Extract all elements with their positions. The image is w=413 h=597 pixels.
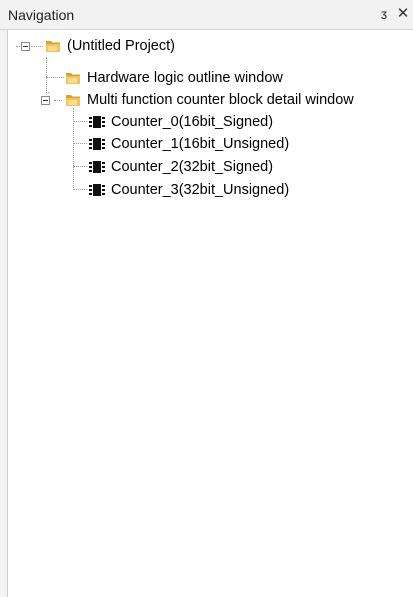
folder-icon	[66, 95, 80, 106]
tree-connector	[31, 46, 43, 47]
tree-item-hardware-logic-outline[interactable]: Hardware logic outline window	[65, 68, 283, 88]
tree-item-counter-1[interactable]: Counter_1(16bit_Unsigned)	[88, 134, 289, 154]
tree-item-label: Multi function counter block detail wind…	[87, 92, 354, 108]
folder-icon	[46, 41, 60, 52]
navigation-panel: Navigation ᴣ ✕ (Untitled Project) Hardwa…	[0, 0, 413, 597]
panel-title: Navigation	[8, 7, 75, 23]
tree-item-counter-0[interactable]: Counter_0(16bit_Signed)	[88, 112, 273, 132]
tree-connector	[73, 166, 87, 167]
collapse-toggle-root[interactable]	[21, 42, 30, 51]
tree-item-label: Counter_1(16bit_Unsigned)	[111, 136, 290, 152]
tree-item-label: Counter_0(16bit_Signed)	[111, 114, 274, 130]
tree-connector	[46, 92, 49, 93]
tree-item-label: Counter_2(32bit_Signed)	[111, 159, 274, 175]
chip-icon	[89, 116, 105, 128]
tree-item-label: Hardware logic outline window	[87, 70, 283, 86]
tree-item-label: Counter_3(32bit_Unsigned)	[111, 182, 290, 198]
tree-connector	[73, 189, 87, 190]
tree-item-counter-block-detail[interactable]: Multi function counter block detail wind…	[65, 90, 354, 110]
tree-connector	[73, 143, 87, 144]
chip-icon	[89, 161, 105, 173]
tree-connector	[73, 121, 87, 122]
navigation-tree: (Untitled Project) Hardware logic outlin…	[8, 30, 413, 597]
tree-item-root[interactable]: (Untitled Project)	[45, 36, 175, 56]
tree-connector	[46, 57, 47, 93]
tree-item-label: (Untitled Project)	[67, 38, 175, 54]
tree-connector	[54, 100, 62, 101]
chip-icon	[89, 138, 105, 150]
pin-icon[interactable]: ᴣ	[377, 6, 391, 22]
panel-titlebar[interactable]: Navigation ᴣ ✕	[0, 0, 413, 30]
tree-connector	[16, 46, 20, 47]
panel-left-edge	[0, 30, 8, 597]
chip-icon	[89, 184, 105, 196]
tree-item-counter-3[interactable]: Counter_3(32bit_Unsigned)	[88, 180, 289, 200]
close-icon[interactable]: ✕	[396, 6, 410, 22]
folder-icon	[66, 73, 80, 84]
tree-item-counter-2[interactable]: Counter_2(32bit_Signed)	[88, 157, 273, 177]
tree-connector	[46, 77, 64, 78]
collapse-toggle-counter-block[interactable]	[41, 96, 50, 105]
